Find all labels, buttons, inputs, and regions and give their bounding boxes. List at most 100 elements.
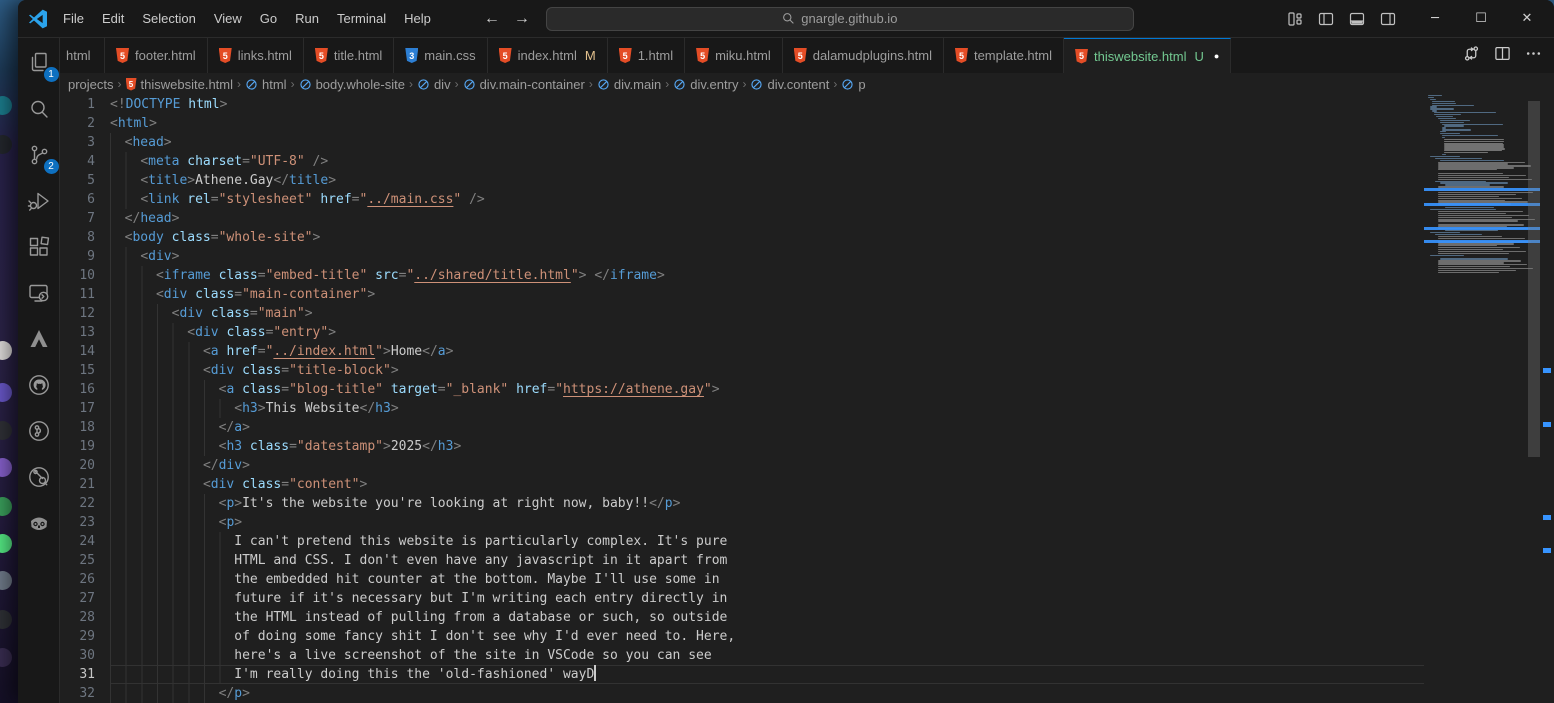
- line-number[interactable]: 32: [60, 684, 95, 703]
- code-line[interactable]: <a href="../index.html">Home</a>: [110, 342, 1424, 361]
- code-line[interactable]: future if it's necessary but I'm writing…: [110, 589, 1424, 608]
- maximize-button[interactable]: ☐: [1458, 0, 1504, 38]
- code-line[interactable]: the embedded hit counter at the bottom. …: [110, 570, 1424, 589]
- breadcrumb-body.whole-site[interactable]: body.whole-site: [299, 77, 405, 92]
- code-line[interactable]: <html>: [110, 114, 1424, 133]
- code-line[interactable]: the HTML instead of pulling from a datab…: [110, 608, 1424, 627]
- tab-dalamudplugins.html[interactable]: 5dalamudplugins.html: [783, 38, 944, 73]
- line-number[interactable]: 18: [60, 418, 95, 437]
- breadcrumb-div.main[interactable]: div.main: [597, 77, 661, 92]
- activity-remote-explorer[interactable]: [20, 274, 58, 312]
- menu-selection[interactable]: Selection: [133, 0, 204, 38]
- code-line[interactable]: <div class="main">: [110, 304, 1424, 323]
- split-editor-icon[interactable]: [1494, 45, 1511, 67]
- code-line[interactable]: <!DOCTYPE html>: [110, 95, 1424, 114]
- menu-view[interactable]: View: [205, 0, 251, 38]
- line-number[interactable]: 23: [60, 513, 95, 532]
- code-line[interactable]: <link rel="stylesheet" href="../main.css…: [110, 190, 1424, 209]
- breadcrumb-thiswebsite.html[interactable]: 5thiswebsite.html: [126, 77, 233, 92]
- line-number[interactable]: 31: [60, 665, 95, 684]
- code-line[interactable]: <title>Athene.Gay</title>: [110, 171, 1424, 190]
- code-line[interactable]: <a class="blog-title" target="_blank" hr…: [110, 380, 1424, 399]
- code-line[interactable]: of doing some fancy shit I don't see why…: [110, 627, 1424, 646]
- breadcrumb-div.main-container[interactable]: div.main-container: [463, 77, 585, 92]
- menu-file[interactable]: File: [54, 0, 93, 38]
- minimize-button[interactable]: ─: [1412, 0, 1458, 38]
- line-number[interactable]: 12: [60, 304, 95, 323]
- command-center[interactable]: gnargle.github.io: [546, 7, 1134, 31]
- toggle-secondary-sidebar-icon[interactable]: [1380, 11, 1396, 27]
- line-number[interactable]: 24: [60, 532, 95, 551]
- code-line[interactable]: <p>It's the website you're looking at ri…: [110, 494, 1424, 513]
- tab-title.html[interactable]: 5title.html: [304, 38, 394, 73]
- line-number[interactable]: 16: [60, 380, 95, 399]
- activity-extensions[interactable]: [20, 228, 58, 266]
- code-line[interactable]: </p>: [110, 684, 1424, 703]
- menu-help[interactable]: Help: [395, 0, 440, 38]
- tab-template.html[interactable]: 5template.html: [944, 38, 1064, 73]
- scrollbar[interactable]: [1528, 101, 1540, 457]
- code-line[interactable]: </div>: [110, 456, 1424, 475]
- customize-layout-icon[interactable]: [1287, 11, 1303, 27]
- line-number[interactable]: 15: [60, 361, 95, 380]
- line-number[interactable]: 19: [60, 437, 95, 456]
- tab-html[interactable]: html: [60, 38, 105, 73]
- code-line[interactable]: HTML and CSS. I don't even have any java…: [110, 551, 1424, 570]
- code-line[interactable]: <body class="whole-site">: [110, 228, 1424, 247]
- breadcrumb-projects[interactable]: projects: [68, 77, 114, 92]
- tab-main.css[interactable]: 3main.css: [394, 38, 487, 73]
- code-line[interactable]: <head>: [110, 133, 1424, 152]
- line-number[interactable]: 10: [60, 266, 95, 285]
- tab-index.html[interactable]: 5index.htmlM: [488, 38, 608, 73]
- breadcrumb-div.content[interactable]: div.content: [750, 77, 829, 92]
- line-number[interactable]: 4: [60, 152, 95, 171]
- line-number[interactable]: 5: [60, 171, 95, 190]
- code-line[interactable]: <div class="title-block">: [110, 361, 1424, 380]
- line-number-gutter[interactable]: 1234567891011121314151617181920212223242…: [60, 95, 110, 703]
- line-number[interactable]: 2: [60, 114, 95, 133]
- close-button[interactable]: ✕: [1504, 0, 1550, 38]
- line-number[interactable]: 26: [60, 570, 95, 589]
- code-line[interactable]: here's a live screenshot of the site in …: [110, 646, 1424, 665]
- code-line[interactable]: I can't pretend this website is particul…: [110, 532, 1424, 551]
- line-number[interactable]: 28: [60, 608, 95, 627]
- activity-source-control[interactable]: 2: [20, 136, 58, 174]
- code-line[interactable]: <h3 class="datestamp">2025</h3>: [110, 437, 1424, 456]
- tab-miku.html[interactable]: 5miku.html: [685, 38, 783, 73]
- menu-go[interactable]: Go: [251, 0, 286, 38]
- code-line[interactable]: <h3>This Website</h3>: [110, 399, 1424, 418]
- line-number[interactable]: 11: [60, 285, 95, 304]
- tab-links.html[interactable]: 5links.html: [208, 38, 304, 73]
- code-line[interactable]: <meta charset="UTF-8" />: [110, 152, 1424, 171]
- breadcrumb-p[interactable]: p: [841, 77, 865, 92]
- code-line[interactable]: <div class="entry">: [110, 323, 1424, 342]
- line-number[interactable]: 9: [60, 247, 95, 266]
- code-line[interactable]: I'm really doing this the 'old-fashioned…: [110, 665, 1424, 684]
- line-number[interactable]: 8: [60, 228, 95, 247]
- line-number[interactable]: 6: [60, 190, 95, 209]
- line-number[interactable]: 13: [60, 323, 95, 342]
- activity-github[interactable]: [20, 366, 58, 404]
- breadcrumb-html[interactable]: html: [245, 77, 287, 92]
- code-area[interactable]: <!DOCTYPE html><html><head><meta charset…: [110, 95, 1424, 703]
- breadcrumb-div[interactable]: div: [417, 77, 451, 92]
- activity-a-logo-extension[interactable]: [20, 320, 58, 358]
- forward-icon[interactable]: →: [514, 10, 530, 28]
- menu-terminal[interactable]: Terminal: [328, 0, 395, 38]
- code-line[interactable]: </head>: [110, 209, 1424, 228]
- tab-footer.html[interactable]: 5footer.html: [105, 38, 208, 73]
- line-number[interactable]: 14: [60, 342, 95, 361]
- dirty-dot-icon[interactable]: ●: [1214, 51, 1219, 61]
- line-number[interactable]: 22: [60, 494, 95, 513]
- line-number[interactable]: 25: [60, 551, 95, 570]
- activity-godot-tools[interactable]: [20, 504, 58, 542]
- line-number[interactable]: 17: [60, 399, 95, 418]
- line-number[interactable]: 27: [60, 589, 95, 608]
- line-number[interactable]: 21: [60, 475, 95, 494]
- code-line[interactable]: <div class="content">: [110, 475, 1424, 494]
- open-changes-icon[interactable]: [1463, 45, 1480, 67]
- menu-edit[interactable]: Edit: [93, 0, 133, 38]
- activity-gitlens-inspect[interactable]: [20, 458, 58, 496]
- code-line[interactable]: <p>: [110, 513, 1424, 532]
- line-number[interactable]: 7: [60, 209, 95, 228]
